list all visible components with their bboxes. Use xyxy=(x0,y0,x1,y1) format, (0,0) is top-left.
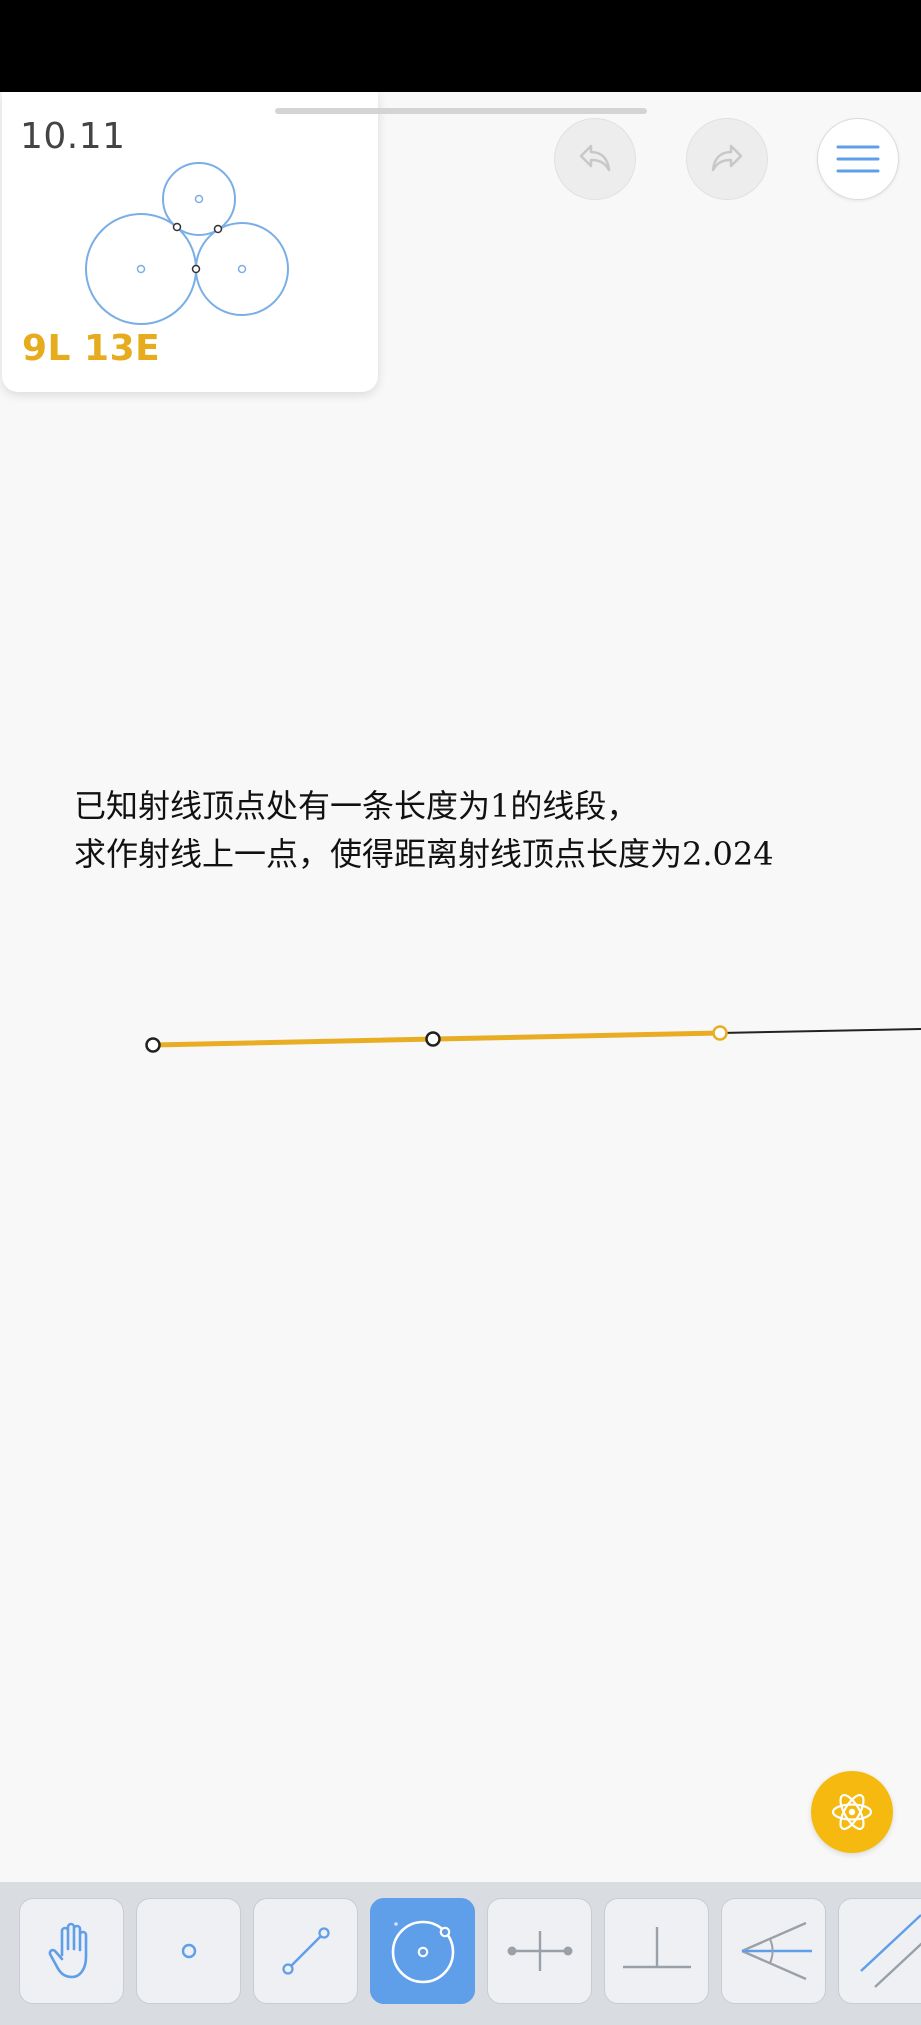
level-score: 9L 13E xyxy=(22,328,161,369)
tool-parallel[interactable] xyxy=(838,1898,921,2004)
perpendicular-bisector-icon xyxy=(507,1931,572,1971)
tool-angle-bisector[interactable] xyxy=(721,1898,826,2004)
tool-circle[interactable] xyxy=(370,1898,475,2004)
constructed-point[interactable] xyxy=(712,1025,728,1041)
hamburger-menu-icon xyxy=(836,145,880,173)
instruction-line-1: 已知射线顶点处有一条长度为1的线段， xyxy=(74,787,639,825)
level-number: 10.11 xyxy=(20,116,126,157)
tool-line[interactable] xyxy=(253,1898,358,2004)
perpendicular-icon xyxy=(622,1927,691,1969)
angle-bisector-icon xyxy=(741,1921,812,1981)
point-icon xyxy=(181,1943,196,1959)
redo-button[interactable] xyxy=(686,118,768,200)
unit-endpoint[interactable] xyxy=(425,1031,441,1047)
undo-button[interactable] xyxy=(554,118,636,200)
ray-line xyxy=(719,1028,921,1034)
atom-icon xyxy=(831,1794,873,1830)
instruction-text: 已知射线顶点处有一条长度为1的线段， 求作射线上一点，使得距离射线顶点长度为2.… xyxy=(74,782,914,878)
drag-handle[interactable] xyxy=(275,108,647,114)
tool-bar xyxy=(0,1882,921,2025)
parallel-icon xyxy=(859,1914,921,1988)
tool-point[interactable] xyxy=(136,1898,241,2004)
tool-perpendicular-bisector[interactable] xyxy=(487,1898,592,2004)
level-card[interactable]: 10.11 9L 13E xyxy=(2,92,378,392)
line-icon xyxy=(281,1927,330,1975)
circle-icon xyxy=(391,1920,454,1984)
redo-arrow-icon xyxy=(711,144,743,172)
hand-icon xyxy=(48,1922,87,1979)
status-bar xyxy=(0,0,921,92)
tool-perpendicular[interactable] xyxy=(604,1898,709,2004)
hint-button[interactable] xyxy=(811,1771,893,1853)
ray-vertex-point[interactable] xyxy=(145,1037,161,1053)
undo-arrow-icon xyxy=(579,144,611,172)
tool-move[interactable] xyxy=(19,1898,124,2004)
instruction-line-2: 求作射线上一点，使得距离射线顶点长度为2.024 xyxy=(74,835,774,873)
menu-button[interactable] xyxy=(817,118,899,200)
